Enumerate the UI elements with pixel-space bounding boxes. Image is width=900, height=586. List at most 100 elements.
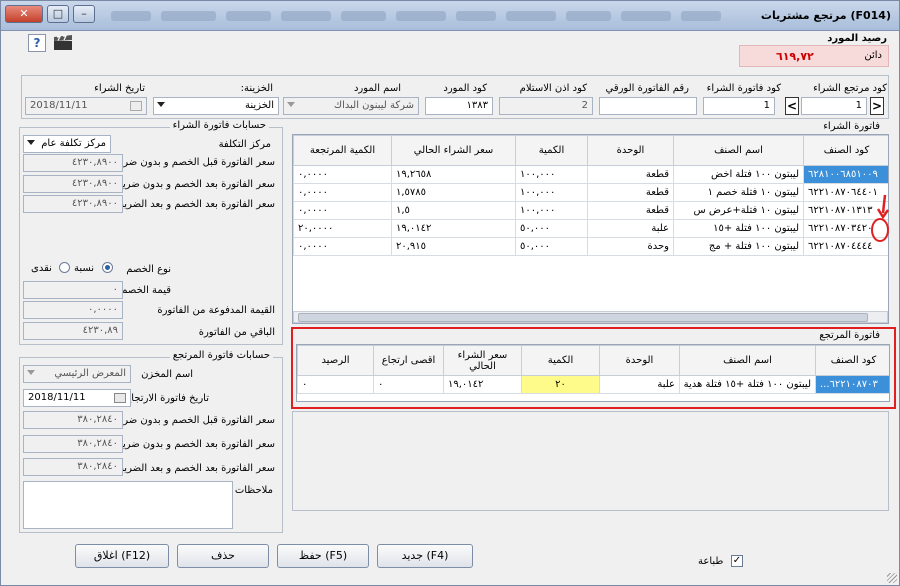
column-header[interactable]: الوحدة — [599, 345, 680, 376]
purchase-grid-scrollbar[interactable] — [293, 311, 888, 323]
return-date-field[interactable]: 2018/11/11 — [23, 389, 131, 407]
table-row[interactable]: ٦٢٢١٠٨٧٠٦٤٤٠١ ليبتون ١٠ فتلة خصم ١ قطعة … — [293, 183, 888, 202]
table-row[interactable]: ٦٢٢١٠٨٧٠٤٤٤٤ ليبتون ١٠٠ فتلة + مج وحدة ٥… — [293, 237, 888, 256]
notes-textarea[interactable] — [23, 481, 233, 529]
column-header[interactable]: الكمية المرتجعة — [293, 135, 392, 166]
supplier-balance-box: دائن ٦١٩,٧٢ — [739, 45, 889, 67]
cost-center-dropdown[interactable]: مركز تكلفة عام — [23, 135, 111, 153]
purchase-date-label: تاريخ الشراء — [94, 83, 145, 94]
max-return-cell[interactable]: ٠ — [373, 375, 444, 394]
invoice-code-field[interactable]: 1 — [703, 97, 775, 115]
unit-cell[interactable]: وحدة — [587, 237, 674, 256]
chevron-down-icon — [27, 140, 35, 145]
item-code-cell[interactable]: ٦٢٨١٠٠٦٨٥١٠٠٩ — [803, 165, 888, 184]
balance-cell[interactable]: ٠ — [297, 375, 374, 394]
item-code-cell[interactable]: ...٦٢٢١٠٨٧٠٣ — [815, 375, 889, 394]
column-header[interactable]: اقصى ارتجاع — [373, 345, 444, 376]
return-code-field[interactable]: 1 — [801, 97, 867, 115]
unit-cell[interactable]: قطعة — [587, 201, 674, 220]
column-header[interactable]: سعر الشراء الحالي — [391, 135, 516, 166]
supplier-code-field[interactable]: ١٣٨٣ — [425, 97, 493, 115]
table-row[interactable]: ٦٢٨١٠٠٦٨٥١٠٠٩ ليبتون ١٠٠ فتلة اخض قطعة ١… — [293, 165, 888, 184]
column-header[interactable]: الكمية — [515, 135, 588, 166]
returned-qty-cell[interactable]: ٠,٠٠٠٠ — [293, 237, 392, 256]
price-cell[interactable]: ١,٥٧٨٥ — [391, 183, 516, 202]
quantity-cell[interactable]: ١٠٠,٠٠٠ — [515, 201, 588, 220]
item-name-cell[interactable]: ليبتون ١٠٠ فتلة +١٥ — [673, 219, 804, 238]
supplier-balance-label: رصيد المورد — [827, 33, 887, 44]
item-name-cell[interactable]: ليبتون ١٠ فتلة خصم ١ — [673, 183, 804, 202]
returned-qty-cell[interactable]: ٢٠,٠٠٠٠ — [293, 219, 392, 238]
price-cell[interactable]: ٢٠,٩١٥ — [391, 237, 516, 256]
return-price-after-no-tax-field: ٣٨٠,٢٨٤٠ — [23, 435, 123, 453]
menu-blur — [341, 11, 386, 21]
calendar-icon[interactable] — [114, 393, 126, 403]
item-name-cell[interactable]: ليبتون ١٠٠ فتلة + مج — [673, 237, 804, 256]
store-dropdown[interactable]: المعرض الرئيسي — [23, 365, 131, 383]
quantity-cell[interactable]: ١٠٠,٠٠٠ — [515, 165, 588, 184]
returned-qty-cell[interactable]: ٠,٠٠٠٠ — [293, 201, 392, 220]
store-value: المعرض الرئيسي — [54, 368, 126, 379]
close-button[interactable]: اغلاق (F12) — [75, 544, 169, 568]
price-cell[interactable]: ١,٥ — [391, 201, 516, 220]
price-cell[interactable]: ١٩,٠١٤٢ — [391, 219, 516, 238]
price-after-no-tax-field: ٤٢٣٠,٨٩٠٠ — [23, 175, 123, 193]
paid-label: القيمة المدفوعة من الفاتورة — [157, 305, 275, 316]
supplier-name-dropdown[interactable]: شركة ليبنون البداك — [283, 97, 419, 115]
price-after-tax-label: سعر الفاتورة بعد الخصم و بعد الضريبة — [115, 199, 275, 210]
maximize-window-button[interactable]: □ — [47, 5, 69, 23]
next-record-button[interactable]: > — [870, 97, 884, 115]
unit-cell[interactable]: علبة — [587, 219, 674, 238]
scrollbar-thumb[interactable] — [298, 313, 868, 322]
video-icon[interactable] — [53, 35, 75, 51]
discount-percent-radio[interactable] — [102, 262, 113, 273]
item-name-cell[interactable]: ليبتون ١٠٠ فتلة +١٥ فتلة هدية — [679, 375, 816, 394]
quantity-cell[interactable]: ٥٠,٠٠٠ — [515, 219, 588, 238]
supplier-balance-status: دائن — [864, 50, 882, 61]
print-checkbox[interactable]: ✓ — [731, 555, 743, 567]
returned-qty-cell[interactable]: ٠,٠٠٠٠ — [293, 165, 392, 184]
quantity-cell[interactable]: ٥٠,٠٠٠ — [515, 237, 588, 256]
table-row[interactable]: ٦٢٢١٠٨٧٠٣٤٢٠ ليبتون ١٠٠ فتلة +١٥ علبة ٥٠… — [293, 219, 888, 238]
chevron-down-icon — [27, 370, 35, 375]
returned-qty-cell[interactable]: ٠,٠٠٠٠ — [293, 183, 392, 202]
help-icon[interactable]: ? — [28, 34, 46, 52]
price-cell[interactable]: ١٩,٠١٤٢ — [443, 375, 522, 394]
column-header[interactable]: كود الصنف — [815, 345, 889, 376]
menu-blur — [111, 11, 151, 21]
unit-cell[interactable]: قطعة — [587, 165, 674, 184]
treasury-dropdown[interactable]: الخزينة — [153, 97, 279, 115]
receipt-code-field: 2 — [499, 97, 593, 115]
paper-invoice-field[interactable] — [599, 97, 697, 115]
purchase-invoice-grid: كود الصنف اسم الصنف الوحدة الكمية سعر ال… — [292, 134, 889, 324]
table-row[interactable]: ...٦٢٢١٠٨٧٠٣ ليبتون ١٠٠ فتلة +١٥ فتلة هد… — [297, 375, 889, 394]
price-cell[interactable]: ١٩,٢٦٥٨ — [391, 165, 516, 184]
column-header[interactable]: الكمية — [521, 345, 600, 376]
unit-cell[interactable]: علبة — [599, 375, 680, 394]
column-header[interactable]: كود الصنف — [803, 135, 888, 166]
return-price-after-tax-label: سعر الفاتورة بعد الخصم و بعد الضريبة — [115, 463, 275, 474]
item-name-cell[interactable]: ليبتون ١٠٠ فتلة اخض — [673, 165, 804, 184]
column-header[interactable]: سعر الشراء الحالي — [443, 345, 522, 376]
column-header[interactable]: الوحدة — [587, 135, 674, 166]
column-header[interactable]: الرصيد — [297, 345, 374, 376]
quantity-cell[interactable]: ١٠٠,٠٠٠ — [515, 183, 588, 202]
delete-button[interactable]: حذف — [177, 544, 269, 568]
item-name-cell[interactable]: ليبتون ١٠ فتلة+عرض س — [673, 201, 804, 220]
discount-cash-radio[interactable] — [59, 262, 70, 273]
table-row[interactable]: ٦٢٢١٠٨٧٠١٣١٣ ليبتون ١٠ فتلة+عرض س قطعة ١… — [293, 201, 888, 220]
column-header[interactable]: اسم الصنف — [673, 135, 804, 166]
minimize-window-button[interactable]: – — [73, 5, 95, 23]
resize-grip-icon[interactable] — [887, 573, 897, 583]
column-header[interactable]: اسم الصنف — [679, 345, 816, 376]
purchase-date-field: 2018/11/11 — [25, 97, 147, 115]
close-window-button[interactable]: ✕ — [5, 5, 43, 23]
table-header-row: كود الصنف اسم الصنف الوحدة الكمية سعر ال… — [297, 345, 889, 376]
discount-type-label: نوع الخصم — [126, 264, 171, 275]
prev-record-button[interactable]: < — [785, 97, 799, 115]
unit-cell[interactable]: قطعة — [587, 183, 674, 202]
save-button[interactable]: حفظ (F5) — [277, 544, 369, 568]
receipt-code-label: كود اذن الاستلام — [519, 83, 587, 94]
new-button[interactable]: جديد (F4) — [377, 544, 473, 568]
quantity-cell[interactable]: ٢٠ — [521, 375, 600, 394]
